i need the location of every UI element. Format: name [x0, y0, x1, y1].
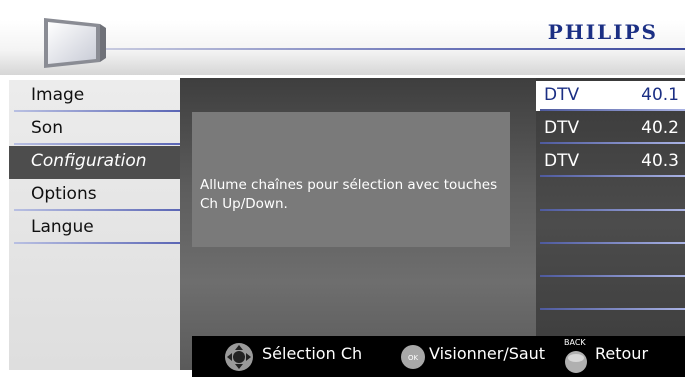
- channel-row-empty: [536, 214, 685, 244]
- menu-item-options[interactable]: Options: [9, 179, 180, 212]
- menu-item-label: Langue: [31, 217, 94, 237]
- channel-row[interactable]: DTV 40.3: [536, 147, 685, 177]
- header-divider: [100, 48, 685, 50]
- menu-item-label: Options: [31, 184, 97, 204]
- menu-item-label: Image: [31, 85, 85, 105]
- menu-item-label: Son: [31, 118, 63, 138]
- menu-item-label: Configuration: [31, 151, 147, 171]
- channel-type: DTV: [544, 118, 580, 138]
- channel-type: DTV: [544, 151, 580, 171]
- tv-icon: [44, 18, 106, 68]
- select-channel-label: Sélection Ch: [262, 344, 363, 363]
- back-button-icon: [565, 351, 587, 373]
- settings-menu: Image Son Configuration Options Langue: [9, 80, 180, 370]
- dpad-icon: [225, 343, 253, 371]
- header: PHILIPS: [0, 0, 685, 78]
- help-box: Allume chaînes pour sélection avec touch…: [192, 112, 510, 247]
- channel-row-empty: [536, 181, 685, 211]
- ok-badge-text: OK: [408, 354, 419, 362]
- key-help-bar: Sélection Ch OK Visionner/Saut BACK Reto…: [192, 336, 685, 377]
- brand-logo: PHILIPS: [547, 20, 658, 44]
- channel-list: DTV 40.1 DTV 40.2 DTV 40.3: [536, 78, 685, 370]
- back-badge-text: BACK: [564, 338, 586, 347]
- content-panel: Allume chaînes pour sélection avec touch…: [180, 78, 536, 370]
- channel-number: 40.1: [641, 85, 679, 105]
- menu-item-son[interactable]: Son: [9, 113, 180, 146]
- channel-type: DTV: [544, 85, 580, 105]
- menu-item-configuration[interactable]: Configuration: [9, 146, 180, 179]
- ok-button-icon: OK: [401, 345, 425, 369]
- channel-row-empty: [536, 280, 685, 310]
- menu-item-image[interactable]: Image: [9, 80, 180, 113]
- channel-row-empty: [536, 247, 685, 277]
- view-skip-label: Visionner/Saut: [429, 344, 546, 363]
- channel-number: 40.2: [641, 118, 679, 138]
- help-text: Allume chaînes pour sélection avec touch…: [200, 177, 498, 212]
- channel-row[interactable]: DTV 40.1: [536, 81, 685, 111]
- channel-number: 40.3: [641, 151, 679, 171]
- back-label: Retour: [595, 344, 649, 363]
- menu-item-langue[interactable]: Langue: [9, 212, 180, 245]
- channel-row[interactable]: DTV 40.2: [536, 114, 685, 144]
